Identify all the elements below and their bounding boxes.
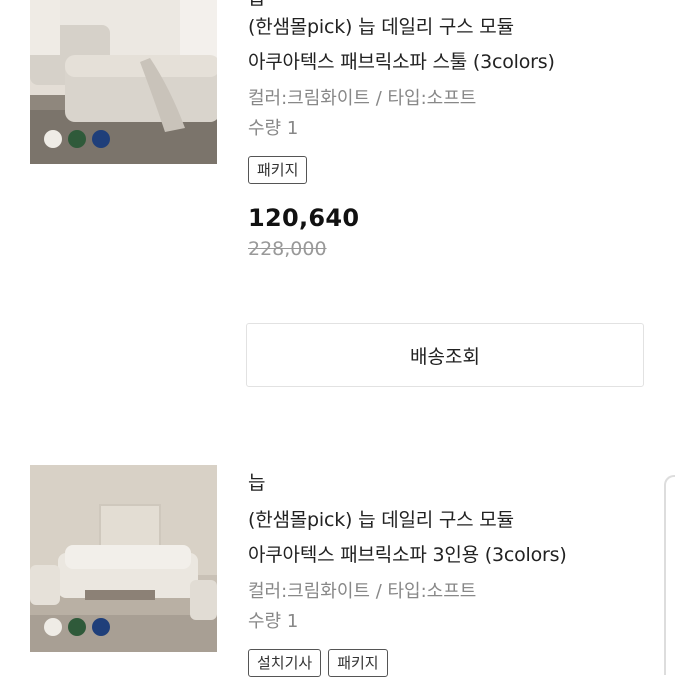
- swatch-green: [68, 618, 86, 636]
- swatch-blue: [92, 130, 110, 148]
- product-title-line1: (한샘몰pick) 늡 데일리 구스 모듈: [248, 509, 514, 531]
- swatch-green: [68, 130, 86, 148]
- floating-panel-edge: [664, 475, 675, 675]
- product-title-line2: 아쿠아텍스 패브릭소파 3인용 (3colors): [248, 544, 567, 566]
- sale-price: 120,640: [248, 204, 360, 232]
- product-title-line2: 아쿠아텍스 패브릭소파 스툴 (3colors): [248, 51, 555, 73]
- product-title[interactable]: (한샘몰pick) 늡 데일리 구스 모듈 아쿠아텍스 패브릭소파 스툴 (3c…: [248, 10, 648, 80]
- product-option: 컬러:크림화이트 / 타입:소프트: [248, 581, 477, 602]
- product-info: 늡 (한샘몰pick) 늡 데일리 구스 모듈 아쿠아텍스 패브릭소파 스툴 (…: [248, 0, 648, 260]
- swatch-cream: [44, 618, 62, 636]
- original-price: 228,000: [248, 238, 327, 260]
- product-thumbnail[interactable]: [30, 0, 217, 164]
- tag-list: 설치기사 패키지: [248, 649, 648, 677]
- brand-name[interactable]: 늡: [248, 471, 648, 495]
- product-title-line1: (한샘몰pick) 늡 데일리 구스 모듈: [248, 16, 514, 38]
- shipping-tracking-button[interactable]: 배송조회: [246, 323, 644, 387]
- product-title[interactable]: (한샘몰pick) 늡 데일리 구스 모듈 아쿠아텍스 패브릭소파 3인용 (3…: [248, 503, 648, 573]
- color-swatches: [44, 618, 110, 636]
- product-quantity: 수량 1: [248, 611, 299, 632]
- tag-package: 패키지: [328, 649, 388, 677]
- brand-name[interactable]: 늡: [248, 0, 648, 10]
- product-quantity: 수량 1: [248, 118, 299, 139]
- tag-installation: 설치기사: [248, 649, 322, 677]
- tag-list: 패키지: [248, 156, 648, 184]
- color-swatches: [44, 130, 110, 148]
- product-thumbnail[interactable]: [30, 465, 217, 652]
- swatch-blue: [92, 618, 110, 636]
- swatch-cream: [44, 130, 62, 148]
- tag-package: 패키지: [248, 156, 308, 184]
- product-option: 컬러:크림화이트 / 타입:소프트: [248, 88, 477, 109]
- product-info: 늡 (한샘몰pick) 늡 데일리 구스 모듈 아쿠아텍스 패브릭소파 3인용 …: [248, 471, 648, 677]
